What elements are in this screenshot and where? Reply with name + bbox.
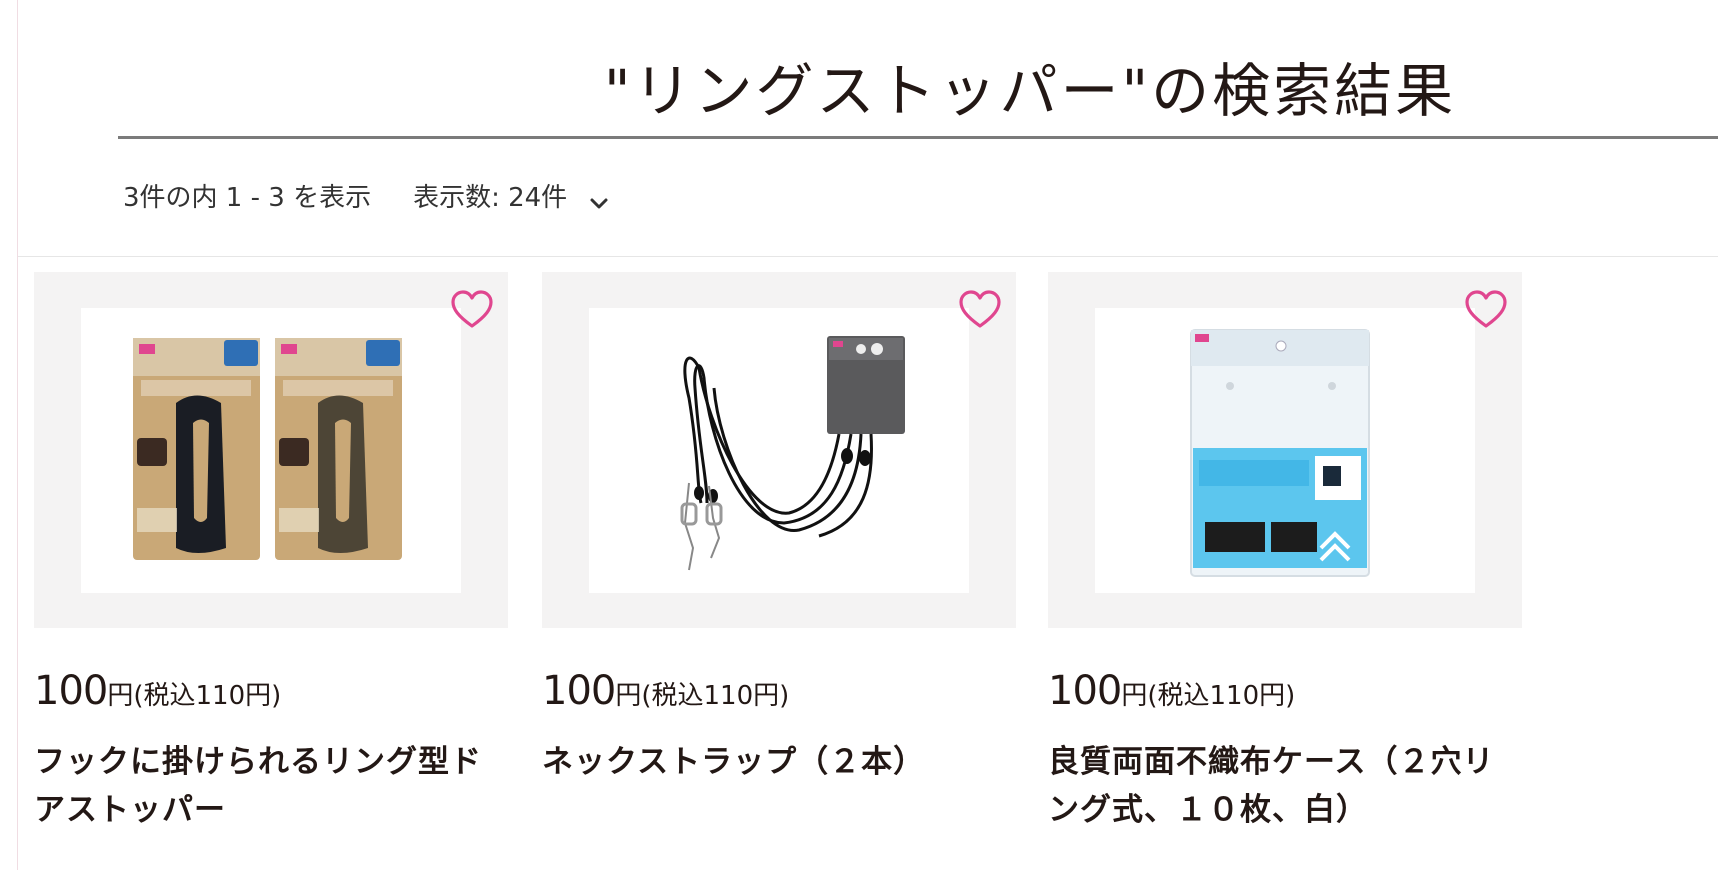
result-count: 3件の内 1 - 3 を表示 — [123, 182, 372, 213]
result-bar: 3件の内 1 - 3 を表示 表示数: 24件 — [123, 175, 609, 215]
product-image-frame[interactable] — [1048, 272, 1522, 628]
page-title: "リングストッパー"の検索結果 — [603, 57, 1457, 125]
product-image-frame[interactable] — [34, 272, 508, 628]
product-name[interactable]: ネックストラップ（２本） — [542, 738, 1002, 786]
price: 100 円 (税込110円) — [34, 668, 508, 714]
price-value: 100 — [542, 668, 616, 714]
chevron-down-icon — [589, 188, 609, 209]
price-tax-included: (税込110円) — [641, 681, 790, 711]
per-page-select[interactable]: 表示数: 24件 — [413, 177, 609, 214]
price-unit: 円 — [615, 681, 642, 711]
product-card[interactable]: 100 円 (税込110円) フックに掛けられるリング型ドアストッパー — [34, 272, 508, 834]
price-unit: 円 — [1121, 681, 1148, 711]
product-image-frame[interactable] — [542, 272, 1016, 628]
title-underline — [118, 136, 1718, 139]
product-image[interactable] — [81, 308, 461, 593]
left-border — [17, 0, 18, 870]
price: 100 円 (税込110円) — [1048, 668, 1522, 714]
product-name[interactable]: フックに掛けられるリング型ドアストッパー — [34, 738, 494, 834]
favorite-heart-icon[interactable] — [958, 290, 1002, 330]
price-tax-included: (税込110円) — [133, 681, 282, 711]
price: 100 円 (税込110円) — [542, 668, 1016, 714]
product-card[interactable]: 100 円 (税込110円) 良質両面不織布ケース（２穴リング式、１０枚、白） — [1048, 272, 1522, 834]
product-card[interactable]: 100 円 (税込110円) ネックストラップ（２本） — [542, 272, 1016, 786]
favorite-heart-icon[interactable] — [1464, 290, 1508, 330]
favorite-heart-icon[interactable] — [450, 290, 494, 330]
price-unit: 円 — [107, 681, 134, 711]
price-tax-included: (税込110円) — [1147, 681, 1296, 711]
product-name[interactable]: 良質両面不織布ケース（２穴リング式、１０枚、白） — [1048, 738, 1508, 834]
product-image[interactable] — [1095, 308, 1475, 593]
price-value: 100 — [1048, 668, 1122, 714]
price-value: 100 — [34, 668, 108, 714]
product-image[interactable] — [589, 308, 969, 593]
divider — [18, 256, 1718, 257]
per-page-label: 表示数: 24件 — [413, 182, 568, 213]
